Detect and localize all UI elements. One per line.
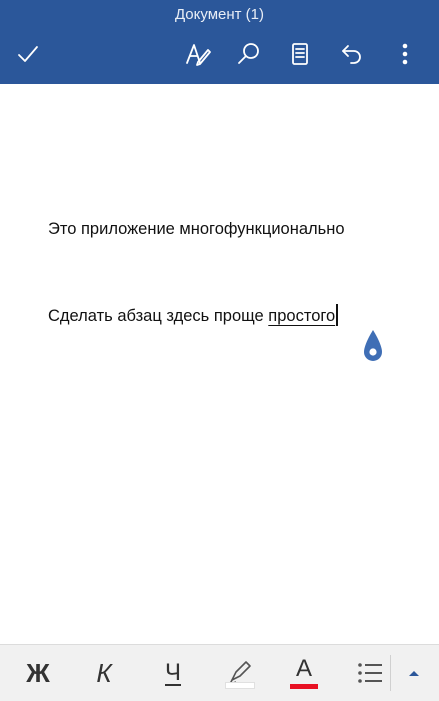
confirm-button[interactable] bbox=[12, 38, 44, 70]
cursor-handle-icon[interactable] bbox=[361, 328, 385, 366]
selected-word[interactable]: простого bbox=[268, 307, 335, 325]
document-canvas[interactable]: Это приложение многофункционально Сделат… bbox=[0, 84, 439, 644]
italic-button[interactable]: К bbox=[78, 645, 130, 701]
expand-ribbon-button[interactable] bbox=[396, 645, 432, 701]
formatting-toolbar: Ж К Ч A bbox=[0, 644, 439, 701]
toolbar-divider bbox=[390, 655, 391, 691]
app-bar: Документ (1) bbox=[0, 0, 439, 84]
search-icon bbox=[238, 43, 259, 64]
underline-button[interactable]: Ч bbox=[147, 645, 199, 701]
text-cursor bbox=[336, 304, 338, 326]
expand-up-icon bbox=[409, 671, 419, 676]
reading-view-icon bbox=[292, 43, 308, 65]
reading-view-button[interactable] bbox=[284, 38, 316, 70]
bullet-list-icon bbox=[358, 663, 382, 683]
paragraph-1[interactable]: Это приложение многофункционально bbox=[48, 220, 345, 239]
more-options-button[interactable] bbox=[389, 38, 421, 70]
highlight-button[interactable] bbox=[213, 645, 265, 701]
proofing-button[interactable] bbox=[182, 38, 214, 70]
font-color-label: A bbox=[295, 655, 312, 682]
paragraph-2-text[interactable]: Сделать абзац здесь проще bbox=[48, 307, 268, 325]
search-button[interactable] bbox=[233, 38, 265, 70]
document-title: Документ (1) bbox=[174, 6, 265, 23]
paragraph-2[interactable]: Сделать абзац здесь проще простого bbox=[48, 304, 338, 326]
bold-button[interactable]: Ж bbox=[12, 645, 64, 701]
undo-icon bbox=[342, 45, 361, 64]
more-icon bbox=[402, 43, 408, 65]
bullet-list-button[interactable] bbox=[344, 645, 396, 701]
font-color-button[interactable]: A bbox=[278, 645, 330, 701]
font-color-swatch bbox=[290, 684, 318, 689]
checkmark-icon bbox=[18, 46, 38, 62]
undo-button[interactable] bbox=[336, 38, 368, 70]
proofing-icon bbox=[186, 44, 211, 66]
highlight-color-swatch bbox=[225, 682, 255, 689]
